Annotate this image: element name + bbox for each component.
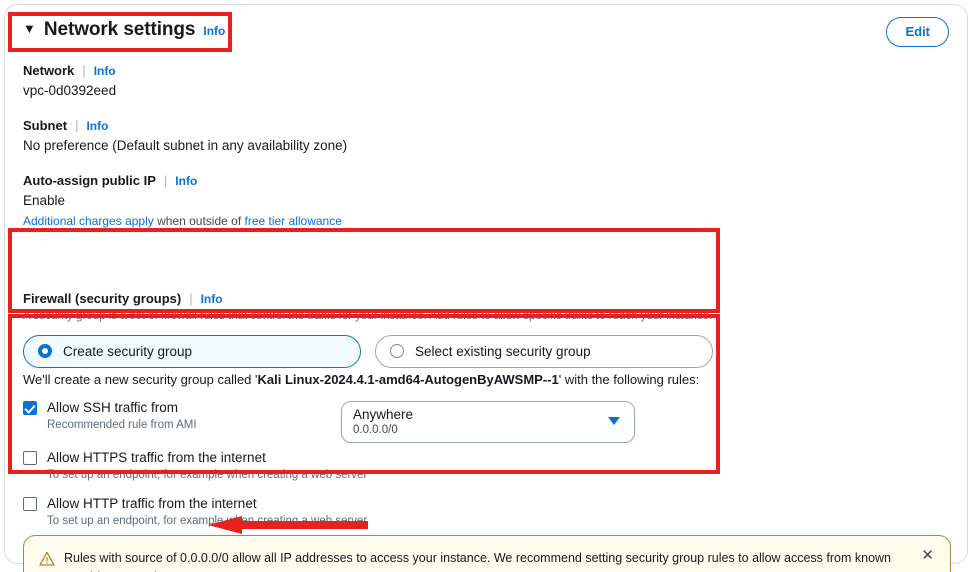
- firewall-label-row: Firewall (security groups) | Info: [23, 291, 713, 306]
- radio-create-security-group-label: Create security group: [63, 343, 193, 359]
- warning-triangle-icon: [39, 551, 55, 566]
- ssh-source-select[interactable]: Anywhere 0.0.0.0/0: [341, 401, 635, 443]
- label-separator: |: [82, 63, 86, 78]
- rules-lead-text: We'll create a new security group called…: [23, 372, 713, 387]
- rule-allow-https[interactable]: Allow HTTPS traffic from the internet To…: [23, 450, 713, 481]
- network-info-link[interactable]: Info: [94, 64, 116, 78]
- free-tier-note-mid: when outside of: [153, 214, 245, 228]
- field-network: Network | Info vpc-0d0392eed: [23, 63, 116, 98]
- subnet-label-row: Subnet | Info: [23, 118, 347, 133]
- section-header[interactable]: ▼ Network settings Info: [23, 19, 225, 41]
- label-separator: |: [189, 291, 193, 306]
- screenshot-root: ▼ Network settings Info Edit Network | I…: [0, 0, 978, 572]
- rules-lead-prefix: We'll create a new security group called…: [23, 372, 258, 387]
- network-label: Network: [23, 63, 75, 78]
- rule-allow-http-sub: To set up an endpoint, for example when …: [47, 514, 368, 527]
- auto-assign-value: Enable: [23, 193, 66, 208]
- network-label-row: Network | Info: [23, 63, 116, 78]
- rule-allow-http-label: Allow HTTP traffic from the internet: [47, 495, 257, 511]
- radio-select-existing-security-group[interactable]: Select existing security group: [375, 334, 713, 368]
- close-icon[interactable]: ✕: [921, 548, 934, 563]
- firewall-section: Firewall (security groups) | Info A secu…: [23, 291, 713, 368]
- security-group-rules-section: We'll create a new security group called…: [23, 372, 713, 527]
- field-auto-assign-public-ip: Auto-assign public IP | Info Enable Addi…: [23, 173, 342, 228]
- checkbox-allow-ssh[interactable]: [23, 401, 37, 415]
- additional-charges-link[interactable]: Additional charges apply: [23, 214, 154, 228]
- label-separator: |: [75, 118, 79, 133]
- warning-alert: Rules with source of 0.0.0.0/0 allow all…: [23, 535, 951, 572]
- field-subnet: Subnet | Info No preference (Default sub…: [23, 118, 347, 153]
- subnet-value: No preference (Default subnet in any ava…: [23, 138, 348, 153]
- chevron-down-icon: [608, 417, 620, 425]
- radio-create-security-group[interactable]: Create security group: [23, 334, 361, 368]
- free-tier-allowance-link[interactable]: free tier allowance: [245, 214, 342, 228]
- rule-allow-https-label: Allow HTTPS traffic from the internet: [47, 449, 266, 465]
- checkbox-allow-https[interactable]: [23, 450, 37, 465]
- rules-lead-suffix: ' with the following rules:: [558, 372, 700, 387]
- subnet-info-link[interactable]: Info: [86, 119, 108, 133]
- security-group-name: Kali Linux-2024.4.1-amd64-AutogenByAWSMP…: [257, 372, 559, 387]
- firewall-label: Firewall (security groups): [23, 291, 182, 306]
- page-title: Network settings: [43, 19, 196, 40]
- firewall-info-link[interactable]: Info: [201, 292, 223, 306]
- ssh-source-cidr: 0.0.0.0/0: [353, 424, 398, 436]
- free-tier-note: Additional charges apply when outside of…: [23, 214, 342, 228]
- auto-assign-label-row: Auto-assign public IP | Info: [23, 173, 342, 188]
- auto-assign-label: Auto-assign public IP: [23, 173, 156, 188]
- network-settings-info-link[interactable]: Info: [203, 24, 225, 38]
- rule-allow-https-sub: To set up an endpoint, for example when …: [47, 468, 368, 481]
- auto-assign-info-link[interactable]: Info: [175, 174, 197, 188]
- collapse-caret-icon[interactable]: ▼: [23, 22, 36, 35]
- edit-button[interactable]: Edit: [886, 17, 949, 48]
- rule-allow-http[interactable]: Allow HTTP traffic from the internet To …: [23, 496, 713, 527]
- radio-indicator-icon: [390, 344, 404, 359]
- radio-indicator-icon: [38, 344, 52, 359]
- network-value: vpc-0d0392eed: [23, 83, 117, 98]
- warning-alert-text: Rules with source of 0.0.0.0/0 allow all…: [64, 551, 892, 572]
- panel-body: Network | Info vpc-0d0392eed Subnet | In…: [5, 53, 967, 572]
- network-settings-panel: ▼ Network settings Info Edit Network | I…: [4, 4, 968, 572]
- subnet-label: Subnet: [23, 118, 68, 133]
- checkbox-allow-http[interactable]: [23, 496, 37, 511]
- ssh-source-selected-value: Anywhere: [353, 407, 414, 422]
- firewall-radio-group: Create security group Select existing se…: [23, 334, 713, 368]
- radio-select-existing-security-group-label: Select existing security group: [415, 343, 591, 359]
- label-separator: |: [163, 173, 168, 188]
- panel-header: ▼ Network settings Info Edit: [5, 5, 967, 53]
- firewall-description: A security group is a set of firewall ru…: [23, 310, 713, 322]
